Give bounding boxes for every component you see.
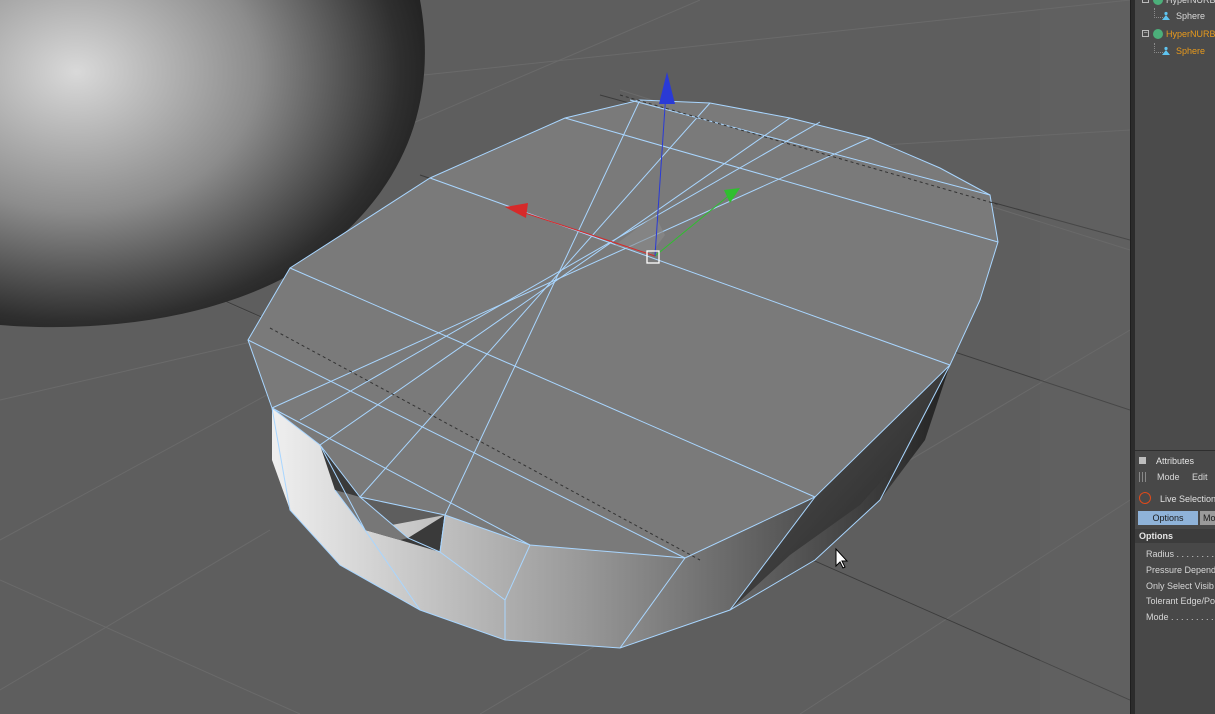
- z-axis-handle: [659, 72, 675, 104]
- tool-header: Live Selection: [1135, 491, 1215, 507]
- option-tolerant-label: Tolerant Edge/Po: [1146, 596, 1215, 606]
- tab-options[interactable]: Options: [1138, 511, 1198, 525]
- tool-name: Live Selection: [1160, 494, 1215, 504]
- option-radius-label: Radius . . . . . . . .: [1146, 549, 1215, 559]
- tree-item-label: HyperNURBS: [1166, 0, 1215, 5]
- collapse-icon[interactable]: −: [1142, 30, 1149, 37]
- live-selection-icon: [1139, 492, 1151, 504]
- menu-edit[interactable]: Edit: [1192, 470, 1208, 484]
- object-manager[interactable]: − HyperNURBS Sphere − HyperNURBS Sphere: [1135, 0, 1215, 450]
- grip-icon: [1139, 472, 1148, 482]
- options-section-header: Options: [1135, 529, 1215, 543]
- attributes-header: Attributes: [1135, 454, 1215, 468]
- sphere-icon: [1162, 11, 1170, 20]
- attributes-panel[interactable]: Attributes Mode Edit Live Selection Opti…: [1135, 450, 1215, 714]
- mouse-cursor-icon: [835, 547, 849, 569]
- hypernurbs-icon: [1153, 29, 1163, 39]
- option-visible-label: Only Select Visib: [1146, 581, 1214, 591]
- attributes-title: Attributes: [1156, 456, 1195, 466]
- collapse-icon[interactable]: −: [1142, 0, 1149, 3]
- 3d-viewport[interactable]: [0, 0, 1130, 714]
- menu-mode[interactable]: Mode: [1157, 470, 1180, 484]
- panel-menu-icon[interactable]: [1139, 457, 1146, 464]
- tree-item-hypernurbs-2[interactable]: − HyperNURBS: [1135, 26, 1215, 42]
- section-title: Options: [1139, 531, 1173, 541]
- tab-modeling[interactable]: Mo: [1200, 511, 1215, 525]
- hypernurbs-icon: [1153, 0, 1163, 5]
- sphere-icon: [1162, 46, 1170, 55]
- tree-item-label: HyperNURBS: [1166, 29, 1215, 39]
- option-mode-label: Mode . . . . . . . . .: [1146, 612, 1214, 622]
- attributes-tabs: Options Mo: [1138, 511, 1215, 525]
- tree-item-hypernurbs-1[interactable]: − HyperNURBS: [1135, 0, 1215, 8]
- viewport-canvas[interactable]: [0, 0, 1130, 714]
- tree-item-label: Sphere: [1176, 46, 1206, 56]
- tree-item-sphere-2[interactable]: Sphere: [1135, 43, 1215, 59]
- tree-item-sphere-1[interactable]: Sphere: [1135, 8, 1215, 24]
- right-panel: − HyperNURBS Sphere − HyperNURBS Sphere …: [1135, 0, 1215, 714]
- tree-item-label: Sphere: [1176, 11, 1206, 21]
- option-pressure-label: Pressure Depend: [1146, 565, 1215, 575]
- attributes-menubar: Mode Edit: [1135, 470, 1215, 484]
